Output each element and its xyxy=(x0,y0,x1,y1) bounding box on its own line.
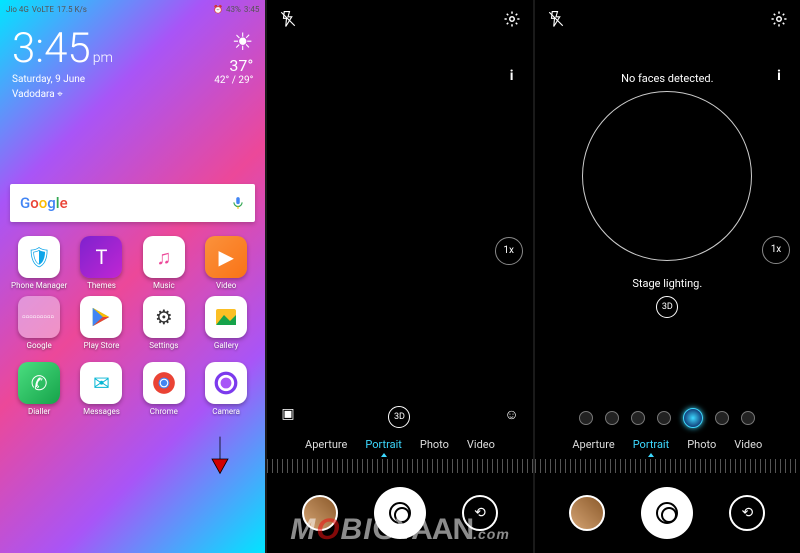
camera-panel-stage-lighting: i No faces detected. 1x Stage lighting. … xyxy=(535,0,800,553)
camera-mode-strip[interactable]: Aperture Portrait Photo Video xyxy=(535,438,800,451)
mode-ruler[interactable] xyxy=(267,459,532,473)
red-arrow-annotation xyxy=(207,435,233,475)
app-gallery[interactable]: Gallery xyxy=(197,296,255,350)
app-phone-manager[interactable]: 🛡Phone Manager xyxy=(10,236,68,290)
mode-aperture[interactable]: Aperture xyxy=(305,438,347,451)
live-photo-icon[interactable]: ▣ xyxy=(281,406,294,428)
effect-dot-3[interactable] xyxy=(631,411,645,425)
google-logo: Google xyxy=(20,194,68,212)
volte-label: VoLTE xyxy=(32,5,54,14)
effect-dot-2[interactable] xyxy=(605,411,619,425)
app-themes[interactable]: TThemes xyxy=(72,236,130,290)
settings-gear-icon[interactable] xyxy=(503,10,521,28)
dock: ✆Dialler ✉Messages Chrome Camera xyxy=(0,356,265,424)
mode-ruler[interactable] xyxy=(535,459,800,473)
mic-icon[interactable] xyxy=(231,196,245,210)
weather-sun-icon: ☀ xyxy=(214,28,253,56)
mode-portrait[interactable]: Portrait xyxy=(365,438,402,451)
shutter-button[interactable] xyxy=(374,487,426,539)
clock-ampm: pm xyxy=(93,51,113,65)
app-play-store[interactable]: Play Store xyxy=(72,296,130,350)
mode-video[interactable]: Video xyxy=(467,438,495,451)
effect-dot-1[interactable] xyxy=(579,411,593,425)
stage-lighting-label: Stage lighting. xyxy=(535,277,800,290)
app-google-folder[interactable]: ▫▫▫▫▫▫▫▫▫Google xyxy=(10,296,68,350)
mode-photo[interactable]: Photo xyxy=(687,438,716,451)
weather-block[interactable]: ☀ 37° 42° / 29° xyxy=(214,28,253,86)
gallery-thumbnail[interactable] xyxy=(302,495,338,531)
effect-dot-7[interactable] xyxy=(741,411,755,425)
speed-label: 17.5 K/s xyxy=(57,5,87,14)
alarm-icon: ⏰ xyxy=(213,5,223,14)
shutter-button[interactable] xyxy=(641,487,693,539)
switch-camera-button[interactable]: ⟲ xyxy=(729,495,765,531)
gallery-thumbnail[interactable] xyxy=(569,495,605,531)
dock-messages[interactable]: ✉Messages xyxy=(72,362,130,416)
clock-time: 3:45 xyxy=(12,28,91,70)
flash-off-icon[interactable] xyxy=(547,10,565,28)
settings-gear-icon[interactable] xyxy=(770,10,788,28)
status-bar: Jio 4G VoLTE 17.5 K/s ⏰ 43% 3:45 xyxy=(0,0,265,18)
zoom-button[interactable]: 1x xyxy=(495,237,523,265)
switch-camera-button[interactable]: ⟲ xyxy=(462,495,498,531)
face-guide-circle xyxy=(582,91,752,261)
effect-dot-4[interactable] xyxy=(657,411,671,425)
weather-range: 42° / 29° xyxy=(214,75,253,86)
dock-dialler[interactable]: ✆Dialler xyxy=(10,362,68,416)
camera-mode-strip[interactable]: Aperture Portrait Photo Video xyxy=(267,438,532,451)
clock-date: Saturday, 9 June xyxy=(12,74,113,85)
mode-portrait[interactable]: Portrait xyxy=(633,438,670,451)
effect-dot-5-active[interactable] xyxy=(683,408,703,428)
app-grid: 🛡Phone Manager TThemes ♫Music ▶Video ▫▫▫… xyxy=(0,222,265,356)
app-music[interactable]: ♫Music xyxy=(135,236,193,290)
3d-effect-icon[interactable]: 3D xyxy=(388,406,410,428)
zoom-button[interactable]: 1x xyxy=(762,236,790,264)
beauty-icon[interactable]: ☺ xyxy=(504,406,518,428)
google-search-bar[interactable]: Google xyxy=(10,184,255,222)
homescreen-panel: Jio 4G VoLTE 17.5 K/s ⏰ 43% 3:45 3:45 pm… xyxy=(0,0,265,553)
camera-viewfinder[interactable]: 1x xyxy=(267,42,532,396)
app-settings[interactable]: ⚙Settings xyxy=(135,296,193,350)
3d-effect-badge: 3D xyxy=(656,296,678,318)
mode-photo[interactable]: Photo xyxy=(420,438,449,451)
battery-label: 43% xyxy=(226,5,241,14)
camera-panel-portrait: i 1x ▣ 3D ☺ Aperture Portrait Photo Vide… xyxy=(267,0,532,553)
carrier-label: Jio 4G xyxy=(6,5,29,14)
status-time: 3:45 xyxy=(244,5,259,14)
dock-camera[interactable]: Camera xyxy=(197,362,255,416)
flash-off-icon[interactable] xyxy=(279,10,297,28)
weather-temp: 37° xyxy=(214,56,253,75)
effect-dot-6[interactable] xyxy=(715,411,729,425)
clock-weather-widget[interactable]: 3:45 pm Saturday, 9 June Vadodara ⌖ ☀ 37… xyxy=(0,18,265,104)
clock-location: Vadodara ⌖ xyxy=(12,89,113,100)
lighting-effect-selector[interactable] xyxy=(535,408,800,428)
app-video[interactable]: ▶Video xyxy=(197,236,255,290)
no-faces-message: No faces detected. xyxy=(535,72,800,85)
camera-viewfinder[interactable]: No faces detected. 1x Stage lighting. 3D xyxy=(535,42,800,394)
mode-aperture[interactable]: Aperture xyxy=(572,438,614,451)
dock-chrome[interactable]: Chrome xyxy=(135,362,193,416)
mode-video[interactable]: Video xyxy=(734,438,762,451)
